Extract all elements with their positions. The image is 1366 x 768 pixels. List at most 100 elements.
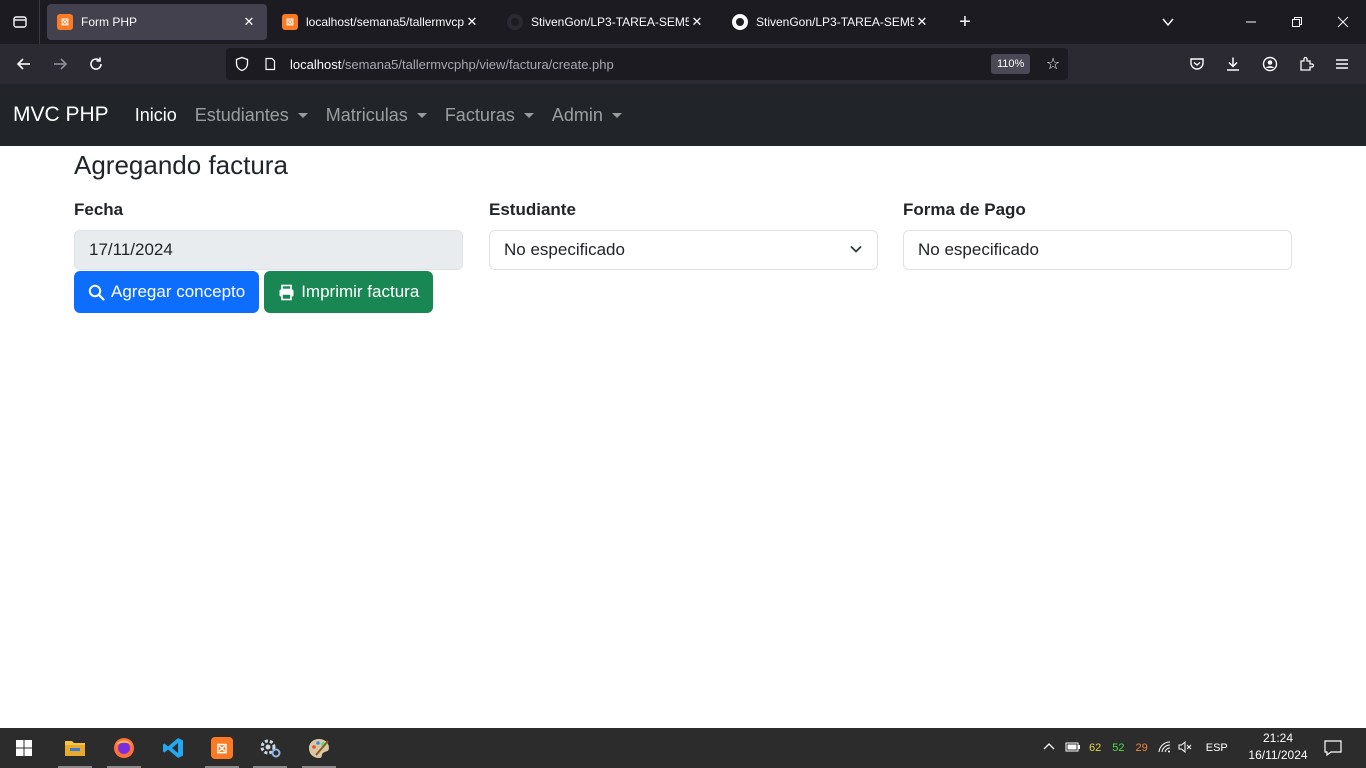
close-icon[interactable]: ✕ [464, 14, 480, 30]
fecha-field-group: Fecha 17/11/2024 [74, 200, 463, 270]
agregar-concepto-label: Agregar concepto [111, 282, 246, 301]
tray-temp-2[interactable]: 52 [1112, 742, 1124, 754]
nav-label: Inicio [134, 104, 177, 125]
nav-label: Matriculas [325, 104, 408, 125]
wifi-icon[interactable] [1158, 740, 1172, 756]
tab-github-2[interactable]: StivenGon/LP3-TAREA-SEM5 ✕ [722, 4, 940, 40]
nav-item-facturas[interactable]: Facturas [445, 105, 534, 126]
agregar-concepto-button[interactable]: Agregar concepto [74, 271, 260, 313]
fecha-value: 17/11/2024 [89, 240, 173, 259]
vscode-icon[interactable] [150, 728, 196, 768]
estudiante-label: Estudiante [489, 200, 576, 219]
pocket-icon[interactable] [1181, 48, 1213, 80]
windows-start-icon[interactable] [1, 728, 47, 768]
clock-time: 21:24 [1262, 731, 1294, 745]
navbar-brand[interactable]: MVC PHP [13, 103, 109, 127]
back-icon[interactable] [8, 48, 40, 80]
fecha-input[interactable]: 17/11/2024 [74, 230, 463, 270]
nav-item-inicio[interactable]: Inicio [135, 105, 177, 126]
printer-icon [279, 284, 294, 300]
forma-pago-field-group: Forma de Pago No especificado [903, 200, 1292, 270]
window-close-icon[interactable] [1323, 0, 1363, 44]
tab-localhost[interactable]: ⊠ localhost/semana5/tallermvcphp ✕ [272, 4, 490, 40]
url-bar[interactable]: localhost/semana5/tallermvcphp/view/fact… [226, 48, 1068, 80]
minimize-icon[interactable] [1231, 0, 1271, 44]
paint-icon[interactable] [296, 728, 342, 768]
tab-form-php[interactable]: ⊠ Form PHP ✕ [47, 4, 267, 40]
page-content: Agregando factura Fecha 17/11/2024 Estud… [74, 146, 1292, 313]
forma-pago-label: Forma de Pago [903, 200, 1026, 219]
github-icon [507, 14, 523, 30]
forma-pago-value: No especificado [918, 240, 1039, 259]
close-icon[interactable]: ✕ [241, 14, 257, 30]
nav-item-estudiantes[interactable]: Estudiantes [195, 105, 308, 126]
fecha-label: Fecha [74, 200, 124, 219]
xampp-icon[interactable]: ⊠ [199, 728, 245, 768]
notifications-icon[interactable] [1310, 728, 1356, 768]
system-tray: 62 52 29 ESP [1043, 728, 1228, 768]
url-host: localhost [290, 56, 342, 72]
forma-pago-input[interactable]: No especificado [903, 230, 1292, 270]
browser-toolbar: localhost/semana5/tallermvcphp/view/fact… [0, 44, 1366, 84]
tab-list-button[interactable] [0, 0, 40, 44]
file-explorer-icon[interactable] [52, 728, 98, 768]
app-navbar: MVC PHP Inicio Estudiantes Matriculas Fa… [0, 84, 1366, 146]
tray-temp-3[interactable]: 29 [1136, 742, 1148, 754]
xampp-icon: ⊠ [57, 14, 73, 30]
browser-tab-strip: ⊠ Form PHP ✕ ⊠ localhost/semana5/tallerm… [0, 0, 1366, 44]
volume-muted-icon[interactable] [1178, 740, 1192, 756]
tab-title: Form PHP [81, 15, 138, 29]
url-path: /semana5/tallermvcphp/view/factura/creat… [341, 56, 614, 72]
firefox-icon[interactable] [101, 728, 147, 768]
settings-gear-icon[interactable] [247, 728, 293, 768]
forward-icon[interactable] [44, 48, 76, 80]
nav-label: Admin [551, 104, 603, 125]
new-tab-icon[interactable]: + [945, 0, 985, 44]
clock-date: 16/11/2024 [1248, 748, 1308, 762]
menu-icon[interactable] [1326, 48, 1358, 80]
page-title: Agregando factura [74, 150, 288, 180]
tab-github-1[interactable]: StivenGon/LP3-TAREA-SEM5 ✕ [497, 4, 715, 40]
account-icon[interactable] [1254, 48, 1286, 80]
url-text[interactable]: localhost/semana5/tallermvcphp/view/fact… [290, 57, 614, 72]
downloads-icon[interactable] [1217, 48, 1249, 80]
nav-item-admin[interactable]: Admin [552, 105, 622, 126]
chevron-down-icon[interactable] [1148, 0, 1188, 44]
os-taskbar: ⊠ 62 52 29 ESP 21:24 16/11/2024 [0, 728, 1366, 768]
restore-icon[interactable] [1277, 0, 1317, 44]
page-info-icon[interactable] [256, 50, 284, 78]
language-indicator[interactable]: ESP [1206, 742, 1228, 754]
imprimir-factura-button[interactable]: Imprimir factura [264, 271, 434, 313]
caret-down-icon [416, 112, 427, 118]
estudiante-value: No especificado [504, 240, 625, 259]
chevron-up-icon[interactable] [1043, 741, 1055, 756]
estudiante-select[interactable]: No especificado [489, 230, 878, 270]
search-icon [88, 284, 105, 301]
tab-title: StivenGon/LP3-TAREA-SEM5 [756, 15, 914, 29]
close-icon[interactable]: ✕ [689, 14, 705, 30]
caret-down-icon [297, 112, 308, 118]
tab-manager-icon [12, 16, 27, 28]
close-icon[interactable]: ✕ [914, 14, 930, 30]
taskbar-clock[interactable]: 21:24 16/11/2024 [1240, 730, 1316, 764]
tab-title: localhost/semana5/tallermvcphp [306, 15, 464, 29]
bookmark-star-icon[interactable]: ☆ [1039, 50, 1067, 78]
zoom-badge[interactable]: 110% [991, 54, 1031, 74]
imprimir-factura-label: Imprimir factura [301, 282, 420, 301]
nav-label: Estudiantes [194, 104, 289, 125]
extensions-icon[interactable] [1290, 48, 1322, 80]
caret-down-icon [611, 112, 622, 118]
battery-icon[interactable] [1065, 741, 1081, 756]
nav-item-matriculas[interactable]: Matriculas [326, 105, 427, 126]
nav-label: Facturas [444, 104, 515, 125]
tray-temp-1[interactable]: 62 [1089, 742, 1101, 754]
shield-icon[interactable] [228, 50, 256, 78]
tab-title: StivenGon/LP3-TAREA-SEM5 [531, 15, 689, 29]
xampp-icon: ⊠ [282, 14, 298, 30]
chevron-down-icon [849, 242, 863, 259]
reload-icon[interactable] [80, 48, 112, 80]
action-buttons: Agregar concepto Imprimir factura [74, 271, 438, 313]
github-icon [732, 14, 748, 30]
estudiante-field-group: Estudiante No especificado [489, 200, 878, 270]
caret-down-icon [523, 112, 534, 118]
